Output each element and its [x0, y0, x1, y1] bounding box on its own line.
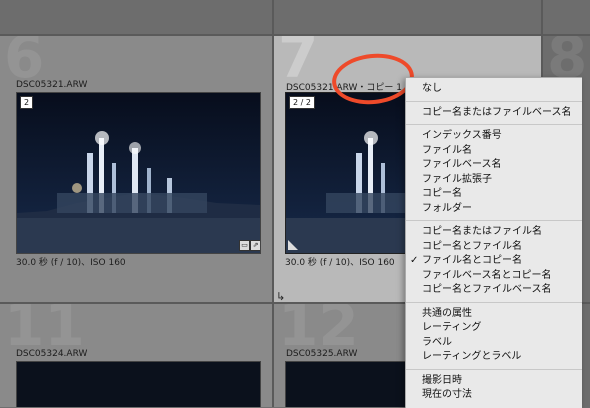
- menu-item-label: コピー名とファイル名: [422, 240, 522, 252]
- menu-item-label: インデックス番号: [422, 130, 502, 141]
- menu-item[interactable]: ファイル名: [406, 144, 582, 159]
- menu-item[interactable]: フォルダー: [406, 202, 582, 217]
- menu-item-label: 共通の属性: [422, 307, 472, 319]
- menu-item-label: レーティングとラベル: [422, 351, 522, 362]
- menu-item[interactable]: コピー名またはファイルベース名: [406, 106, 582, 121]
- menu-item-label: 撮影日時: [422, 374, 462, 386]
- grid-cell-top-left[interactable]: [0, 0, 272, 34]
- menu-item[interactable]: なし: [406, 82, 582, 97]
- menu-item-label: コピー名またはファイル名: [422, 226, 542, 237]
- menu-item-label: ラベル: [422, 336, 452, 348]
- menu-item-label: ファイル名とコピー名: [422, 255, 522, 266]
- menu-item[interactable]: インデックス番号: [406, 129, 582, 144]
- corner-fold-icon: [288, 240, 298, 250]
- menu-item[interactable]: コピー名とファイルベース名: [406, 283, 582, 298]
- stack-badge[interactable]: 2 / 2: [289, 96, 315, 109]
- cell-index-number: 11: [4, 304, 85, 359]
- menu-item[interactable]: コピー名またはファイル名: [406, 225, 582, 240]
- menu-item-label: ファイルベース名: [422, 159, 502, 170]
- menu-item[interactable]: ファイルベース名とコピー名: [406, 269, 582, 284]
- menu-item[interactable]: ✓ ファイル名とコピー名: [406, 254, 582, 269]
- menu-item[interactable]: ファイル拡張子: [406, 173, 582, 188]
- label-context-menu: なし コピー名またはファイルベース名 インデックス番号 ファイル名 ファイルベース名 ファ…: [405, 77, 582, 408]
- cell-index-number: 6: [4, 36, 45, 91]
- menu-item[interactable]: 現在の寸法: [406, 388, 582, 403]
- cell-filename: DSC05324.ARW: [16, 349, 88, 359]
- checkmark-icon: ✓: [410, 255, 419, 266]
- menu-item-label: コピー名: [422, 188, 462, 199]
- develop-adjust-icon[interactable]: ⇗: [250, 240, 260, 251]
- photo-thumbnail[interactable]: 2 ▭ ⇗: [16, 92, 261, 254]
- grid-cell-11[interactable]: 11 DSC05324.ARW: [0, 304, 272, 407]
- menu-separator: [406, 301, 582, 303]
- menu-item[interactable]: レーティングとラベル: [406, 350, 582, 365]
- photo-thumbnail[interactable]: [16, 361, 261, 407]
- menu-item[interactable]: 共通の属性: [406, 307, 582, 322]
- menu-item[interactable]: ファイルベース名: [406, 158, 582, 173]
- menu-item[interactable]: コピー名: [406, 187, 582, 202]
- cell-filename: DSC05325.ARW: [286, 349, 358, 359]
- grid-cell-top-middle[interactable]: [274, 0, 541, 34]
- menu-item-label: 現在の寸法: [422, 389, 472, 400]
- menu-item-label: ファイルベース名とコピー名: [422, 269, 552, 281]
- cell-index-number: 12: [278, 304, 359, 359]
- metadata-icon[interactable]: ▭: [239, 240, 250, 251]
- menu-separator: [406, 220, 582, 221]
- menu-item[interactable]: ラベル: [406, 336, 582, 351]
- menu-item-label: なし: [422, 83, 442, 94]
- menu-separator: [406, 368, 582, 370]
- menu-item[interactable]: 撮影日時: [406, 374, 582, 389]
- menu-separator: [406, 124, 582, 125]
- menu-item-label: フォルダー: [422, 202, 472, 214]
- cell-exposure-info: 30.0 秒 (f / 10)、ISO 160: [16, 258, 126, 268]
- menu-item-label: コピー名とファイルベース名: [422, 284, 552, 295]
- cell-exposure-info: 30.0 秒 (f / 10)、ISO 160: [285, 258, 395, 268]
- menu-item[interactable]: コピー名とファイル名: [406, 240, 582, 255]
- menu-separator: [406, 100, 582, 102]
- menu-item-label: ファイル名: [422, 144, 472, 156]
- night-factory-image: [17, 93, 260, 253]
- grid-cell-6[interactable]: 6 DSC05321.ARW 2 ▭ ⇗ 30.0 秒 (f / 10)、ISO…: [0, 36, 272, 302]
- stack-badge[interactable]: 2: [20, 96, 34, 109]
- menu-item-label: レーティング: [422, 322, 482, 333]
- cell-filename: DSC05321.ARW: [16, 80, 88, 90]
- menu-item-label: ファイル拡張子: [422, 173, 492, 185]
- menu-item[interactable]: レーティング: [406, 321, 582, 336]
- menu-item-label: コピー名またはファイルベース名: [422, 106, 572, 118]
- grid-cell-top-right[interactable]: [543, 0, 590, 34]
- cell-index-number: 7: [278, 36, 319, 91]
- rotate-arrow-icon[interactable]: ↳: [276, 290, 285, 302]
